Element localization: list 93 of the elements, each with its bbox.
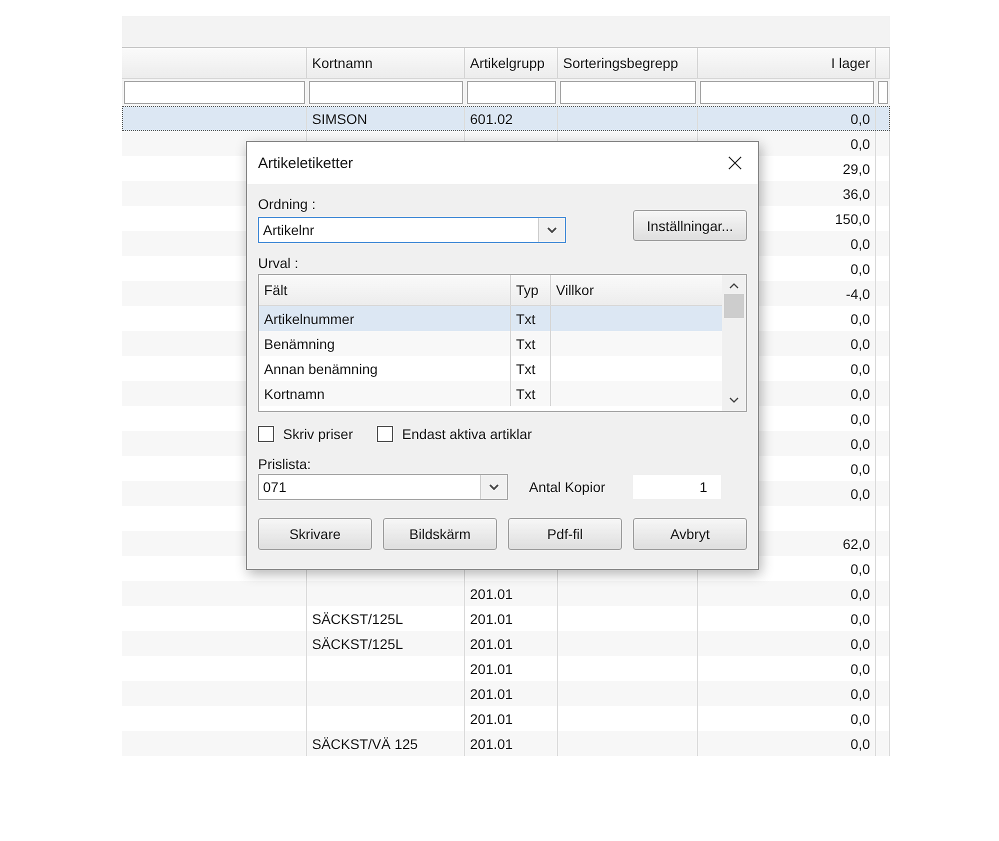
table-cell: 0,0 <box>850 710 870 726</box>
table-cell: 0,0 <box>850 460 870 476</box>
list-cell: Txt <box>516 360 536 376</box>
field-label: Ordning : <box>258 196 317 212</box>
column-header[interactable]: Villkor <box>551 275 722 305</box>
table-cell: 0,0 <box>850 386 870 402</box>
table-cell: 0,0 <box>850 610 870 626</box>
table-cell: 0,0 <box>850 686 870 702</box>
list-cell: Txt <box>516 336 536 352</box>
list-cell: Kortnamn <box>264 386 325 402</box>
copies-field[interactable]: 1 <box>633 475 722 499</box>
table-cell: SIMSON <box>312 110 368 126</box>
table-cell: 201.01 <box>470 660 513 676</box>
table-cell: 0,0 <box>850 636 870 652</box>
table-cell: 201.01 <box>470 586 513 602</box>
field-label: Antal Kopior <box>529 479 606 495</box>
table-cell: SÄCKST/125L <box>312 610 404 626</box>
table-cell: 601.02 <box>470 110 513 126</box>
table-cell: 0,0 <box>850 436 870 452</box>
chevron-down-icon[interactable] <box>729 397 739 403</box>
table-cell: 0,0 <box>850 260 870 276</box>
column-header[interactable]: Artikelgrupp <box>465 48 558 78</box>
list-cell: Benämning <box>264 336 335 352</box>
list-cell: Artikelnummer <box>264 310 354 326</box>
price-list-dropdown[interactable]: 071 <box>258 474 508 500</box>
table-cell: 0,0 <box>850 310 870 326</box>
table-cell: 0,0 <box>850 110 870 126</box>
table-row[interactable]: 201.01 0,0 <box>122 706 890 731</box>
table-cell: 62,0 <box>842 536 870 552</box>
checkbox-label: Skriv priser <box>283 426 354 442</box>
column-header[interactable]: Kortnamn <box>307 48 465 78</box>
table-cell: 0,0 <box>850 410 870 426</box>
dialog-button[interactable]: Bildskärm <box>383 518 497 550</box>
table-row[interactable]: 201.01 0,0 <box>122 656 890 681</box>
dialog-button[interactable]: Avbryt <box>633 518 747 550</box>
table-cell: 0,0 <box>850 486 870 502</box>
table-cell: 201.01 <box>470 710 513 726</box>
table-cell: SÄCKST/VÄ 125 <box>312 736 418 752</box>
checkbox-label: Endast aktiva artiklar <box>402 426 532 442</box>
table-cell: 150,0 <box>834 210 870 226</box>
order-dropdown[interactable]: Artikelnr <box>258 217 566 243</box>
table-cell: 0,0 <box>850 586 870 602</box>
column-header[interactable]: Typ <box>511 275 551 305</box>
scroll-thumb[interactable] <box>724 294 744 318</box>
table-cell: 0,0 <box>850 736 870 752</box>
settings-button[interactable]: Inställningar... <box>633 210 747 241</box>
table-row[interactable]: SÄCKST/125L 201.01 0,0 <box>122 606 890 631</box>
table-row[interactable]: SIMSON 601.02 0,0 <box>122 106 890 131</box>
table-row[interactable]: 201.01 0,0 <box>122 581 890 606</box>
chevron-down-icon <box>547 227 557 233</box>
list-row[interactable]: Artikelnummer Txt <box>259 306 722 331</box>
close-icon[interactable] <box>728 156 742 170</box>
dialog-title: Artikeletiketter <box>258 154 354 172</box>
table-cell: 201.01 <box>470 686 513 702</box>
table-cell: -4,0 <box>846 286 870 302</box>
table-cell: 0,0 <box>850 360 870 376</box>
filter-field[interactable] <box>309 81 463 104</box>
table-row[interactable]: SÄCKST/125L 201.01 0,0 <box>122 631 890 656</box>
column-header[interactable]: Sorteringsbegrepp <box>558 48 698 78</box>
table-cell: 0,0 <box>850 236 870 252</box>
filter-field[interactable] <box>124 81 305 104</box>
table-cell: 201.01 <box>470 736 513 752</box>
checkbox[interactable] <box>377 426 394 442</box>
dialog-button[interactable]: Skrivare <box>258 518 372 550</box>
table-cell: SÄCKST/125L <box>312 636 404 652</box>
table-row[interactable]: SÄCKST/VÄ 125 201.01 0,0 <box>122 731 890 756</box>
table-row[interactable]: 201.01 0,0 <box>122 681 890 706</box>
list-cell: Annan benämning <box>264 360 378 376</box>
table-cell: 201.01 <box>470 610 513 626</box>
filter-field[interactable] <box>700 81 874 104</box>
list-row[interactable]: Kortnamn Txt <box>259 381 722 406</box>
filter-field[interactable] <box>467 81 556 104</box>
dialog-button[interactable]: Pdf-fil <box>508 518 622 550</box>
filter-field[interactable] <box>878 81 888 104</box>
list-cell: Txt <box>516 310 536 326</box>
field-label: Urval : <box>258 255 298 271</box>
list-cell: Txt <box>516 386 536 402</box>
table-cell: 0,0 <box>850 136 870 152</box>
table-cell: 0,0 <box>850 560 870 576</box>
list-row[interactable]: Benämning Txt <box>259 331 722 356</box>
table-cell: 0,0 <box>850 336 870 352</box>
table-cell: 29,0 <box>842 160 870 176</box>
filter-field[interactable] <box>560 81 696 104</box>
chevron-up-icon[interactable] <box>729 283 739 289</box>
column-header[interactable]: I lager <box>698 48 876 78</box>
table-cell: 36,0 <box>842 186 870 202</box>
table-cell: 0,0 <box>850 660 870 676</box>
scrollbar[interactable] <box>722 275 746 411</box>
field-label: Prislista: <box>258 456 311 472</box>
column-header[interactable]: Fält <box>259 275 511 305</box>
table-cell: 201.01 <box>470 636 513 652</box>
chevron-down-icon <box>489 484 499 490</box>
checkbox[interactable] <box>258 426 274 442</box>
